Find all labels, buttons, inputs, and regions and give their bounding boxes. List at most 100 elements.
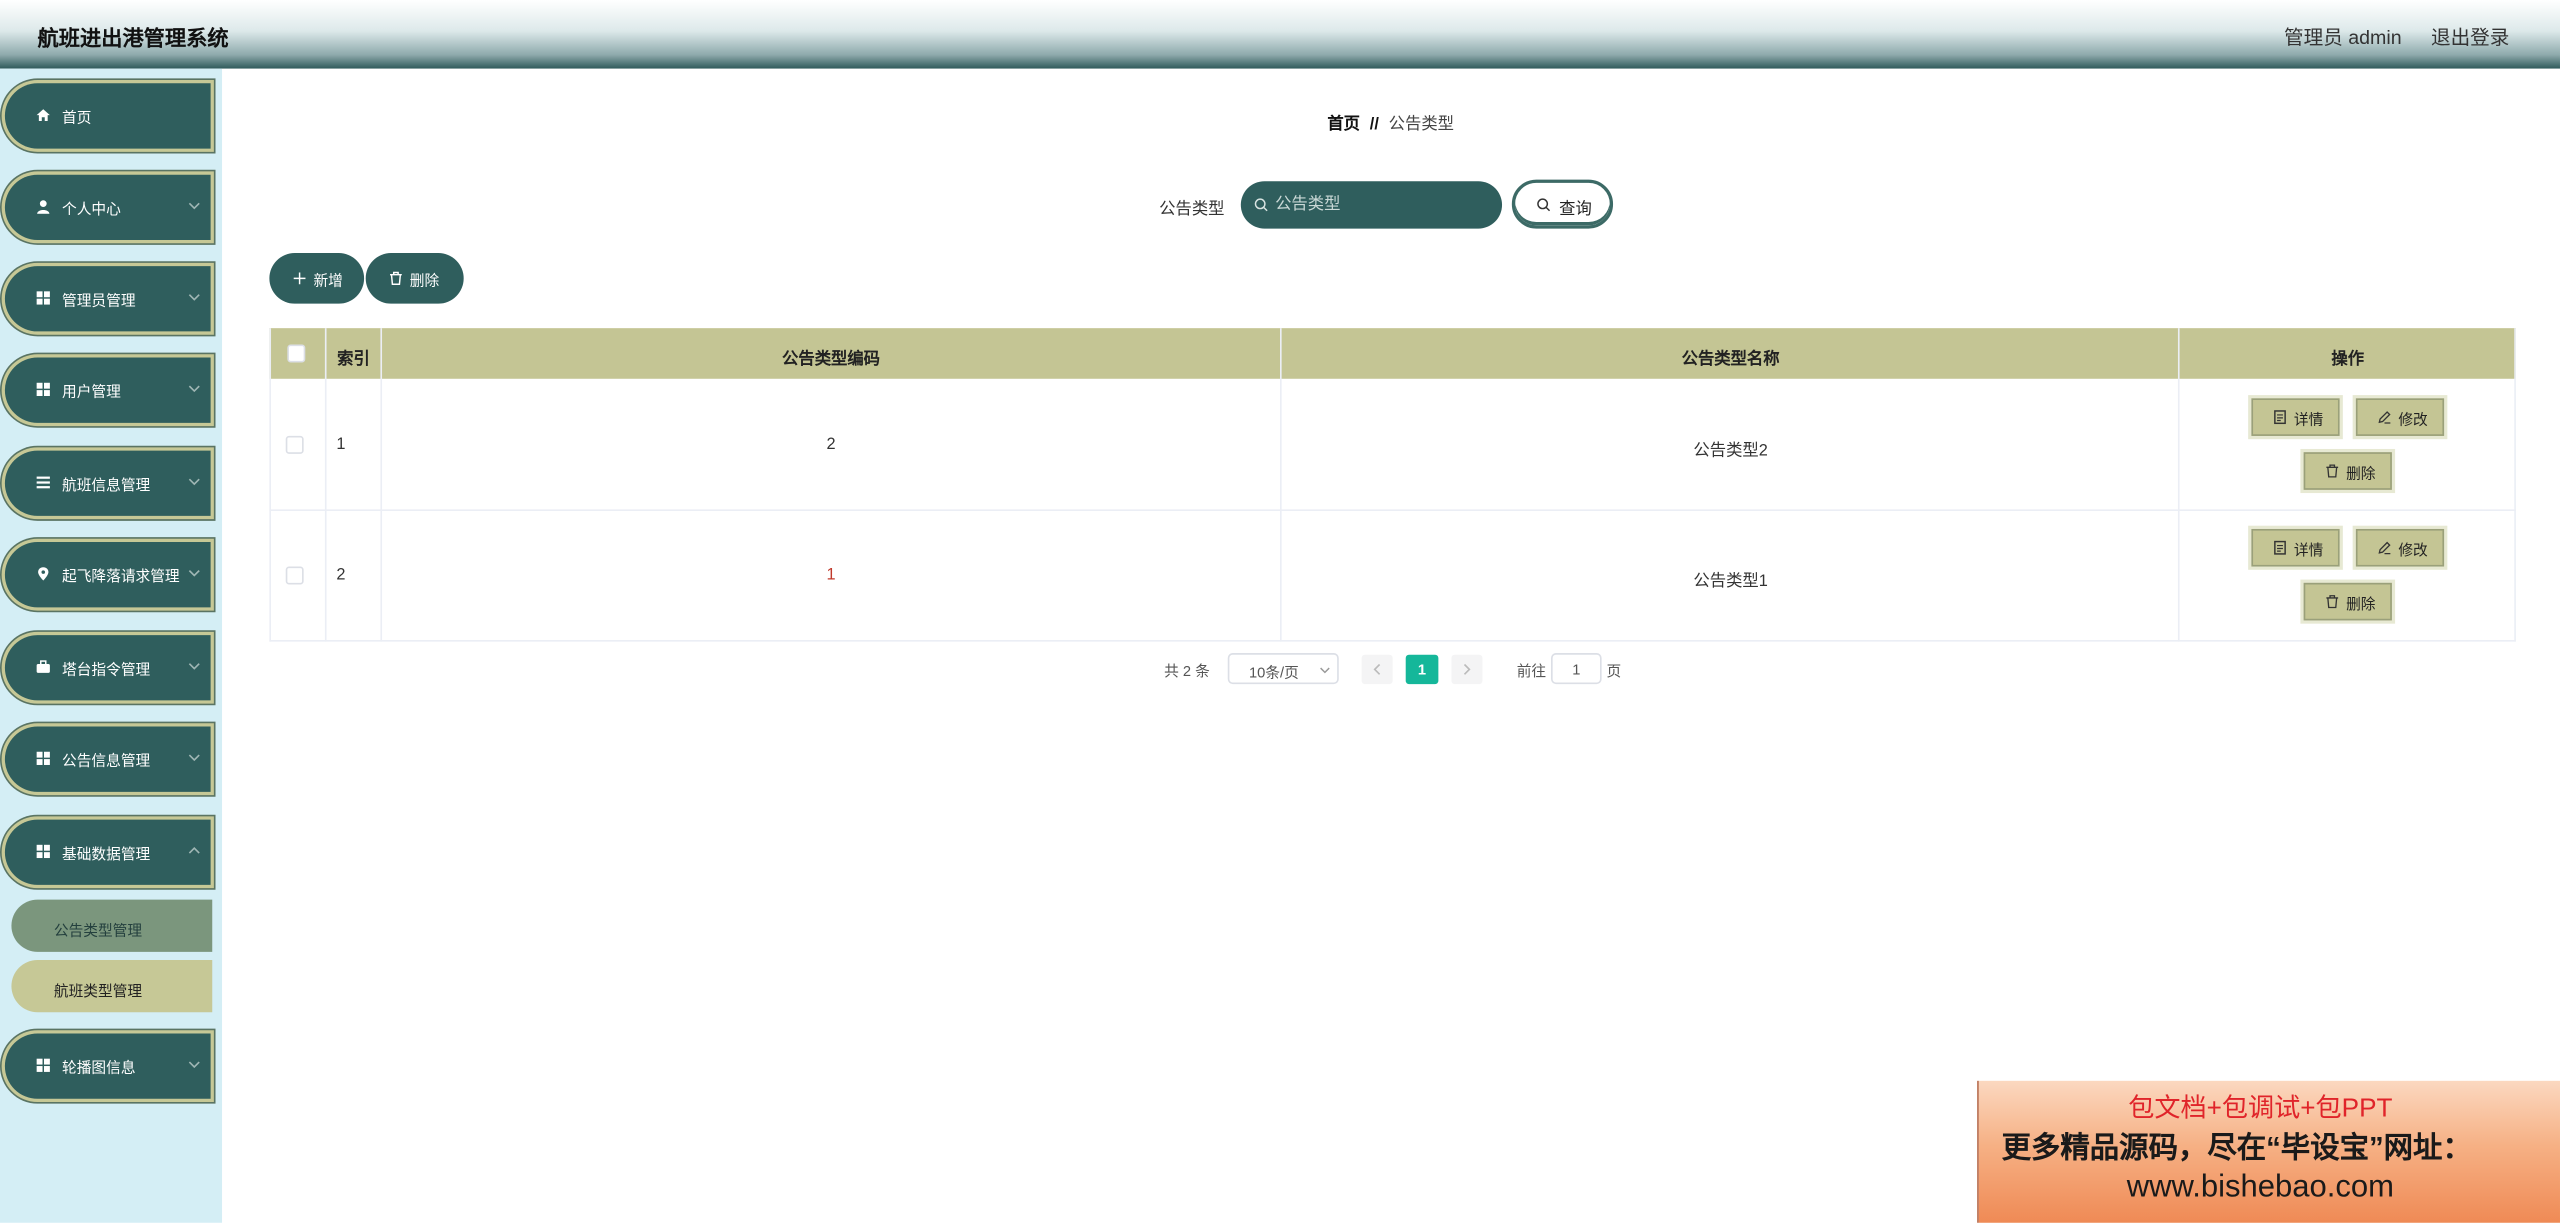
row-name: 公告类型1 xyxy=(1693,573,1768,592)
plus-icon xyxy=(293,272,306,285)
table-border xyxy=(2177,328,2180,642)
trash-icon xyxy=(2326,595,2339,609)
location-pin-icon xyxy=(38,567,49,581)
sidebar-item-admin-management[interactable]: 管理员管理 xyxy=(4,266,211,332)
chevron-down-icon xyxy=(188,385,200,393)
chevron-down-icon xyxy=(188,294,200,301)
sidebar-item-flight-info[interactable]: 航班信息管理 xyxy=(4,450,211,516)
trash-icon xyxy=(2326,464,2339,478)
column-header: 索引 xyxy=(337,351,370,369)
breadcrumb-separator: // xyxy=(1369,115,1379,134)
detail-button-label: 详情 xyxy=(2293,411,2324,428)
delete-button[interactable]: 删除 xyxy=(365,253,464,304)
ad-line-1: 包文档+包调试+包PPT xyxy=(2128,1095,2393,1124)
row-divider xyxy=(269,509,2516,512)
list-icon xyxy=(36,476,50,489)
sidebar-item-user-management[interactable]: 用户管理 xyxy=(4,357,211,423)
app-title: 航班进出港管理系统 xyxy=(37,26,229,51)
logout-link[interactable]: 退出登录 xyxy=(2431,23,2509,51)
query-button[interactable]: 查询 xyxy=(1511,179,1614,229)
chevron-down-icon xyxy=(188,754,200,762)
ad-line-3: www.bishebao.com xyxy=(2126,1170,2395,1205)
next-page-button[interactable] xyxy=(1451,654,1483,685)
ad-line-2: 更多精品源码，尽在“毕设宝”网址： xyxy=(2001,1131,2472,1165)
sidebar-item-label: 塔台指令管理 xyxy=(62,661,151,678)
row-delete-button[interactable]: 删除 xyxy=(2303,452,2392,490)
sidebar-item-takeoff-landing[interactable]: 起飞降落请求管理 xyxy=(4,542,211,608)
top-header: 航班进出港管理系统 管理员 admin 退出登录 xyxy=(0,0,2560,69)
document-icon xyxy=(2274,410,2286,425)
submenu-item-notice-type[interactable]: 公告类型管理 xyxy=(11,899,213,952)
row-checkbox[interactable] xyxy=(285,435,304,454)
submenu-item-label: 公告类型管理 xyxy=(53,922,143,939)
row-name: 公告类型2 xyxy=(1693,442,1768,461)
row-delete-button[interactable]: 删除 xyxy=(2303,582,2392,621)
sidebar-item-notice-info[interactable]: 公告信息管理 xyxy=(4,726,211,792)
sidebar-item-label: 管理员管理 xyxy=(62,292,136,309)
page-number-current[interactable]: 1 xyxy=(1405,654,1439,685)
user-icon xyxy=(37,200,50,214)
table-border xyxy=(380,328,383,642)
column-header: 公告类型编码 xyxy=(782,351,880,369)
submenu-item-flight-type[interactable]: 航班类型管理 xyxy=(11,959,213,1013)
goto-unit: 页 xyxy=(1606,662,1622,680)
chevron-down-icon xyxy=(188,663,200,670)
breadcrumb-home[interactable]: 首页 xyxy=(1327,116,1360,134)
grid-icon xyxy=(36,751,50,765)
sidebar-item-label: 个人中心 xyxy=(62,200,121,218)
row-code: 1 xyxy=(826,566,836,585)
row-index: 1 xyxy=(336,435,346,454)
sidebar-item-personal-center[interactable]: 个人中心 xyxy=(4,174,211,240)
detail-button[interactable]: 详情 xyxy=(2251,528,2340,567)
briefcase-icon xyxy=(36,660,50,673)
edit-button[interactable]: 修改 xyxy=(2355,398,2445,436)
goto-page-input[interactable] xyxy=(1551,653,1602,685)
chevron-right-icon xyxy=(1463,663,1471,675)
edit-icon xyxy=(2378,541,2391,555)
sidebar-item-label: 航班信息管理 xyxy=(62,476,151,494)
home-icon xyxy=(36,109,50,121)
submenu-item-label: 航班类型管理 xyxy=(53,982,143,1000)
table-border xyxy=(324,328,327,642)
sidebar-item-tower-command[interactable]: 塔台指令管理 xyxy=(4,635,211,701)
column-header: 公告类型名称 xyxy=(1681,351,1780,369)
add-button[interactable]: 新增 xyxy=(269,253,365,304)
row-delete-button-label: 删除 xyxy=(2346,465,2376,482)
edit-icon xyxy=(2378,411,2391,424)
breadcrumb-current: 公告类型 xyxy=(1388,115,1454,134)
grid-icon xyxy=(36,291,50,305)
search-input[interactable] xyxy=(1240,181,1503,229)
page-size-select[interactable]: 10条/页 xyxy=(1227,653,1339,685)
column-header: 操作 xyxy=(2331,351,2365,369)
ad-banner: 包文档+包调试+包PPT 更多精品源码，尽在“毕设宝”网址： www.bishe… xyxy=(1977,1080,2560,1223)
breadcrumb: 首页 // 公告类型 xyxy=(1327,109,1454,134)
sidebar-item-carousel[interactable]: 轮播图信息 xyxy=(4,1033,211,1099)
row-delete-button-label: 删除 xyxy=(2346,595,2376,613)
table-border xyxy=(1279,328,1282,642)
row-code: 2 xyxy=(826,435,836,454)
chevron-down-icon xyxy=(188,570,200,577)
edit-button-label: 修改 xyxy=(2398,542,2428,559)
edit-button-label: 修改 xyxy=(2398,411,2428,428)
grid-icon xyxy=(36,1058,50,1072)
select-all-checkbox[interactable] xyxy=(287,344,306,363)
trash-icon xyxy=(390,271,402,285)
row-checkbox[interactable] xyxy=(285,566,304,585)
grid-icon xyxy=(36,844,50,859)
sidebar-item-basic-data[interactable]: 基础数据管理 xyxy=(4,819,211,885)
chevron-left-icon xyxy=(1373,663,1381,675)
sidebar-item-home[interactable]: 首页 xyxy=(4,83,211,149)
pagination-total: 共 2 条 xyxy=(1164,662,1210,680)
query-button-label: 查询 xyxy=(1559,200,1592,219)
row-index: 2 xyxy=(336,566,346,585)
prev-page-button[interactable] xyxy=(1361,654,1393,685)
admin-user-label: 管理员 admin xyxy=(2284,26,2402,49)
edit-button[interactable]: 修改 xyxy=(2355,528,2445,567)
sidebar-item-label: 首页 xyxy=(62,109,92,126)
detail-button[interactable]: 详情 xyxy=(2251,398,2340,436)
chevron-up-icon xyxy=(188,847,200,854)
table-border xyxy=(269,328,272,642)
row-divider xyxy=(269,639,2516,642)
chevron-down-icon xyxy=(1320,667,1330,674)
grid-icon xyxy=(36,382,50,396)
